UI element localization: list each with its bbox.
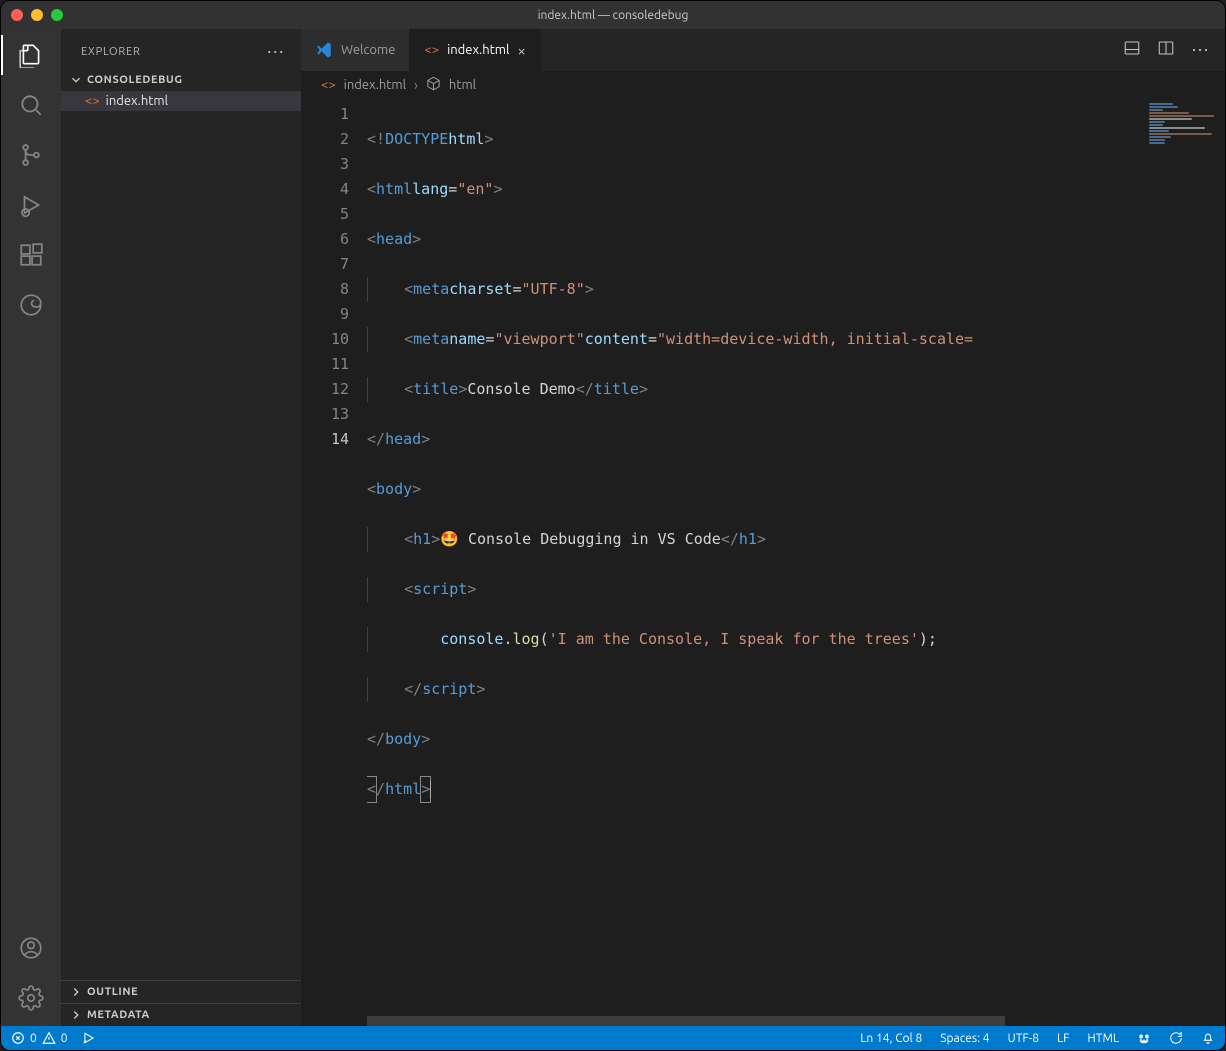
status-eol[interactable]: LF	[1057, 1032, 1069, 1045]
file-item-index-html[interactable]: <> index.html	[61, 91, 301, 111]
folder-header[interactable]: CONSOLEDEBUG	[61, 69, 301, 91]
metadata-panel-header[interactable]: METADATA	[61, 1003, 301, 1026]
breadcrumb-separator-icon: ›	[414, 77, 418, 93]
extensions-activity-icon[interactable]	[17, 241, 45, 269]
chevron-right-icon	[69, 1008, 83, 1022]
editor-more-icon[interactable]: ⋯	[1191, 41, 1209, 59]
status-bar: 0 0 Ln 14, Col 8 Spaces: 4 UTF-8 LF HTML	[1, 1026, 1225, 1050]
window-close-button[interactable]	[11, 9, 23, 21]
folder-name-label: CONSOLEDEBUG	[87, 74, 183, 86]
minimap[interactable]	[1145, 99, 1225, 1026]
editor-body[interactable]: 1 2 3 4 5 6 7 8 9 10 11 12 13 14 <!DOCTY…	[301, 99, 1225, 1026]
search-activity-icon[interactable]	[17, 91, 45, 119]
metadata-panel-label: METADATA	[87, 1009, 150, 1021]
explorer-activity-icon[interactable]	[17, 41, 45, 69]
toggle-panel-icon[interactable]	[1123, 39, 1141, 61]
breadcrumb[interactable]: <> index.html › html	[301, 71, 1225, 99]
source-control-activity-icon[interactable]	[17, 141, 45, 169]
breadcrumb-file: index.html	[344, 78, 406, 92]
edge-activity-icon[interactable]	[17, 291, 45, 319]
status-bell-icon[interactable]	[1201, 1031, 1215, 1045]
accounts-activity-icon[interactable]	[17, 934, 45, 962]
tab-welcome[interactable]: Welcome	[301, 29, 410, 71]
warning-icon	[42, 1031, 56, 1045]
error-icon	[11, 1031, 25, 1045]
window-zoom-button[interactable]	[51, 9, 63, 21]
split-editor-icon[interactable]	[1157, 39, 1175, 61]
status-language[interactable]: HTML	[1087, 1032, 1119, 1045]
sidebar-title-label: EXPLORER	[81, 46, 141, 58]
status-debug-start[interactable]	[82, 1031, 96, 1045]
activity-bar	[1, 29, 61, 1026]
chevron-down-icon	[69, 73, 83, 87]
outline-panel-label: OUTLINE	[87, 986, 138, 998]
tab-index-html[interactable]: <> index.html ×	[410, 29, 540, 71]
html-file-icon: <>	[321, 78, 336, 92]
status-encoding[interactable]: UTF-8	[1008, 1032, 1039, 1045]
status-copilot-icon[interactable]	[1137, 1031, 1151, 1045]
tab-label: index.html	[447, 43, 509, 57]
tab-label: Welcome	[341, 43, 395, 57]
breadcrumb-symbol: html	[449, 78, 476, 92]
close-tab-icon[interactable]: ×	[517, 42, 525, 59]
debug-start-icon	[82, 1031, 96, 1045]
editor-group: Welcome <> index.html × ⋯ <> index.html …	[301, 29, 1225, 1026]
window-title: index.html — consoledebug	[1, 9, 1225, 22]
run-debug-activity-icon[interactable]	[17, 191, 45, 219]
chevron-right-icon	[69, 985, 83, 999]
sidebar-more-icon[interactable]: ⋯	[266, 43, 285, 61]
window-minimize-button[interactable]	[31, 9, 43, 21]
settings-activity-icon[interactable]	[17, 984, 45, 1012]
outline-panel-header[interactable]: OUTLINE	[61, 980, 301, 1003]
status-spaces[interactable]: Spaces: 4	[940, 1032, 989, 1045]
vscode-logo-icon	[315, 41, 333, 59]
line-gutter: 1 2 3 4 5 6 7 8 9 10 11 12 13 14	[301, 99, 367, 1026]
status-problems[interactable]: 0 0	[11, 1031, 68, 1045]
scrollbar-thumb[interactable]	[367, 1016, 1005, 1026]
code-area[interactable]: <!DOCTYPE html> <html lang="en"> <head> …	[367, 99, 1145, 1026]
explorer-sidebar: EXPLORER ⋯ CONSOLEDEBUG <> index.html OU…	[61, 29, 301, 1026]
html-file-icon: <>	[424, 43, 439, 57]
horizontal-scrollbar[interactable]	[367, 1016, 1145, 1026]
status-lncol[interactable]: Ln 14, Col 8	[860, 1032, 922, 1045]
symbol-icon	[426, 76, 441, 94]
text-cursor	[430, 781, 431, 799]
title-bar: index.html — consoledebug	[1, 1, 1225, 29]
file-item-label: index.html	[106, 94, 168, 108]
status-feedback-icon[interactable]	[1169, 1031, 1183, 1045]
html-file-icon: <>	[85, 94, 100, 108]
tab-bar: Welcome <> index.html × ⋯	[301, 29, 1225, 71]
